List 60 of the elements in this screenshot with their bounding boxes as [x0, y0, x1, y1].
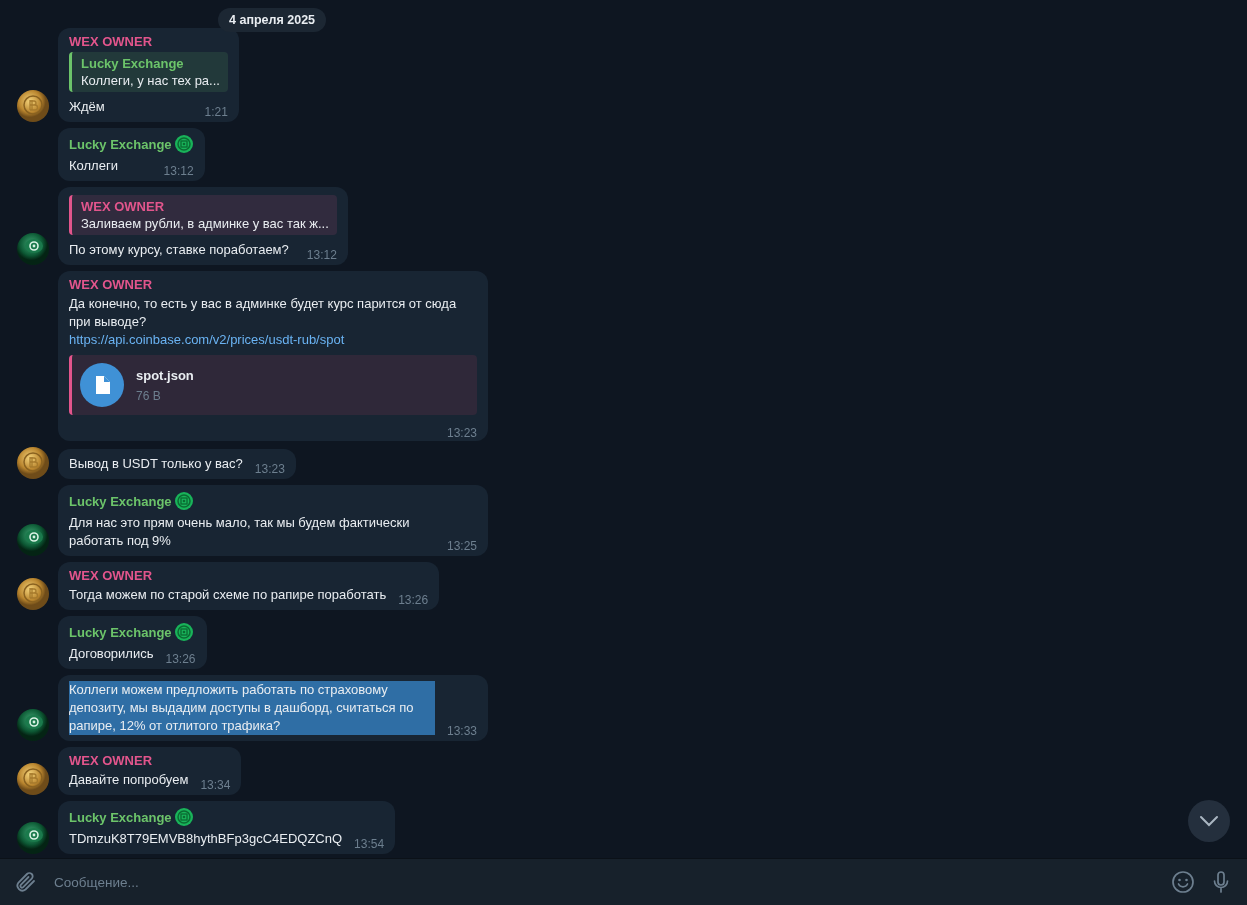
message-time: 13:33	[446, 723, 477, 740]
message-input[interactable]: Сообщение...	[52, 873, 1157, 891]
message-text: По этому курсу, ставке поработаем?	[69, 241, 290, 259]
token-avatar	[17, 822, 49, 854]
message-composer[interactable]: Сообщение...	[0, 858, 1247, 905]
sender-name: WEX OWNER	[69, 277, 153, 292]
message-text: Тогда можем по старой схеме по рапире поработать	[69, 586, 387, 604]
message-time: 13:34	[200, 777, 231, 794]
message-time: 13:23	[254, 461, 285, 478]
sender-name: WEX OWNER	[69, 34, 153, 49]
message-time: 13:54	[354, 836, 385, 853]
message-text: Для нас это прям очень мало, так мы будем фактически работать под 9%	[69, 514, 411, 550]
message-text: Вывод в USDT только у вас?	[69, 455, 243, 473]
token-avatar	[17, 709, 49, 741]
emblem-icon	[173, 491, 194, 511]
reply-quote[interactable]: WEX OWNER Заливаем рубли, в админке у вас так ж...	[69, 195, 337, 235]
message-time: 1:21	[204, 104, 228, 121]
coin-avatar	[17, 578, 49, 610]
coin-avatar	[17, 763, 49, 795]
document-icon	[80, 363, 124, 407]
file-attachment[interactable]: spot.json 76 B	[69, 355, 477, 415]
reply-text: Коллеги, у нас тех ра...	[81, 73, 220, 88]
message-text: Да конечно, то есть у вас в админке будет курс парится от сюда при выводе?	[69, 295, 458, 331]
file-size: 76 B	[136, 388, 162, 403]
message-time: 13:26	[165, 651, 196, 668]
message-text: Давайте попробуем	[69, 771, 189, 789]
reply-author: WEX OWNER	[81, 199, 166, 214]
message-text: Коллеги	[69, 157, 119, 175]
token-avatar	[17, 524, 49, 556]
reply-author: Lucky Exchange	[81, 56, 185, 71]
emblem-icon	[173, 134, 194, 154]
message-time: 13:26	[398, 592, 429, 609]
message-time: 13:25	[446, 538, 477, 555]
paperclip-icon[interactable]	[14, 870, 38, 894]
scroll-down-button[interactable]	[1188, 800, 1230, 842]
message-time: 13:23	[446, 426, 477, 440]
message-text: Коллеги можем предложить работать по страховому депозиту, мы выдадим доступы в дашборд, считаться по рапире, 12% от отлитого трафика?	[69, 681, 435, 735]
coin-avatar	[17, 447, 49, 479]
sender-name: Lucky Exchange	[69, 493, 172, 509]
chevron-down-icon	[1199, 815, 1219, 827]
reply-quote[interactable]: Lucky Exchange Коллеги, у нас тех ра...	[69, 52, 228, 92]
reply-text: Заливаем рубли, в админке у вас так ж...	[81, 216, 329, 231]
message-time: 13:12	[306, 247, 337, 264]
sender-name: WEX OWNER	[69, 568, 153, 583]
emoji-icon[interactable]	[1171, 870, 1195, 894]
sender-name: WEX OWNER	[69, 753, 153, 768]
sender-name: Lucky Exchange	[69, 136, 172, 152]
message-text: Договорились	[69, 645, 154, 663]
message-text: Ждём	[69, 98, 106, 116]
token-avatar	[17, 233, 49, 265]
message-time: 13:12	[163, 163, 194, 180]
emblem-icon	[173, 807, 194, 827]
coin-avatar	[17, 90, 49, 122]
sender-name: Lucky Exchange	[69, 809, 172, 825]
sender-name: Lucky Exchange	[69, 624, 172, 640]
date-pill: 4 апреля 2025	[218, 8, 327, 32]
file-name: spot.json	[136, 367, 194, 383]
emblem-icon	[173, 622, 194, 642]
message-link[interactable]: https://api.coinbase.com/v2/prices/usdt-rub/spot	[69, 331, 477, 349]
message-text: TDmzuK8T79EMVB8hythBFp3gcC4EDQZCnQ	[69, 830, 343, 848]
